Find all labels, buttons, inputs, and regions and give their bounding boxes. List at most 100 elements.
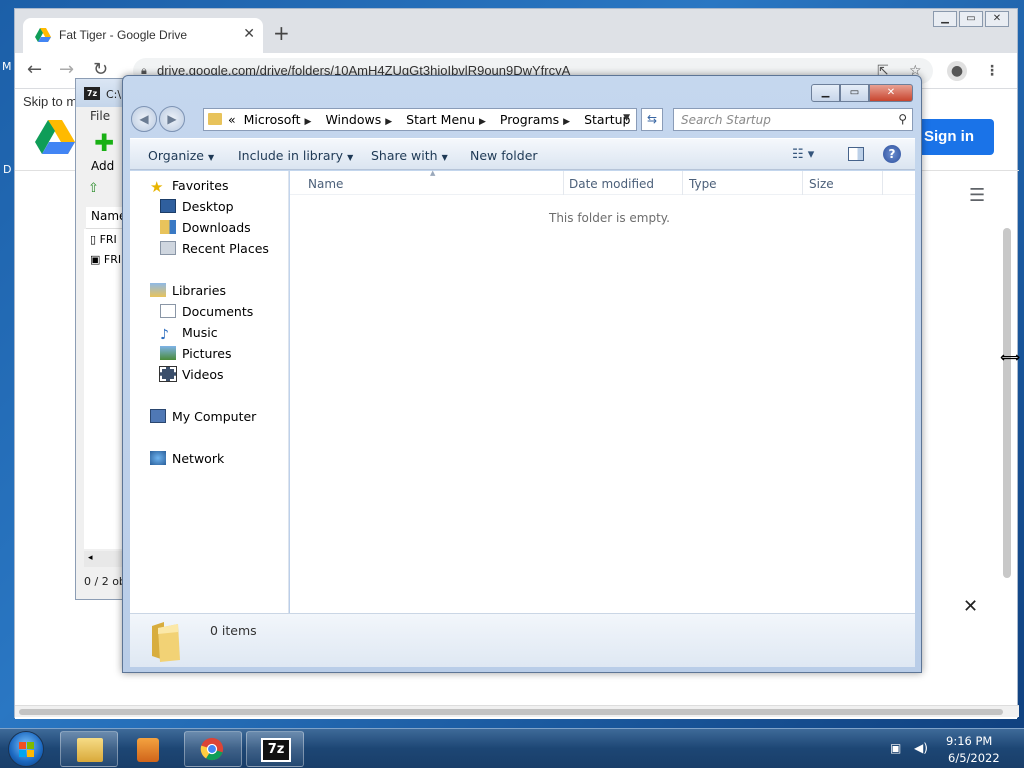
list-item[interactable]: ▯ FRI (90, 233, 117, 246)
google-drive-logo (35, 120, 75, 154)
resize-cursor-icon: ⟺ (1000, 350, 1021, 366)
back-icon[interactable]: ← (27, 61, 42, 79)
nav-libraries[interactable]: Libraries (150, 283, 226, 298)
help-icon[interactable]: ? (883, 145, 901, 163)
new-tab-button[interactable]: + (273, 23, 290, 43)
sevenzip-title: C:\ (106, 88, 122, 101)
chevron-down-icon[interactable]: ▼ (623, 113, 630, 123)
chevron-down-icon: ▼ (441, 153, 448, 162)
nav-buttons: ◀ ▶ (131, 106, 187, 132)
forward-icon[interactable]: → (59, 61, 74, 79)
system-tray: ▣ ◀) 9:16 PM 6/5/2022 (880, 729, 1024, 768)
network-icon (150, 451, 166, 465)
nav-documents[interactable]: Documents (160, 304, 253, 319)
nav-favorites[interactable]: ★ Favorites (150, 178, 229, 196)
nav-downloads[interactable]: Downloads (160, 220, 251, 235)
chevron-right-icon[interactable]: ▶ (305, 117, 312, 127)
nav-pictures[interactable]: Pictures (160, 346, 232, 361)
profile-icon[interactable]: ● (947, 61, 967, 81)
breadcrumb-item[interactable]: Start Menu (406, 112, 475, 127)
status-text: 0 / 2 ob (84, 575, 126, 588)
organize-button[interactable]: Organize ▼ (148, 148, 214, 163)
refresh-button[interactable]: ⇆ (641, 108, 663, 131)
clock-time[interactable]: 9:16 PM (946, 734, 992, 748)
chevron-right-icon[interactable]: ▶ (479, 117, 486, 127)
breadcrumb-item[interactable]: Windows (325, 112, 381, 127)
taskbar-explorer[interactable] (60, 731, 118, 767)
list-item[interactable]: ▣ FRI (90, 253, 121, 266)
change-view-icon[interactable]: ☷ ▾ (792, 147, 814, 162)
taskbar-media-player[interactable] (122, 731, 180, 767)
minimize-button[interactable]: ▁ (933, 11, 957, 27)
nav-label: Network (172, 451, 225, 466)
clock-date[interactable]: 6/5/2022 (948, 751, 1000, 765)
menu-icon[interactable]: ⋮ (985, 63, 999, 79)
search-icon[interactable]: ⚲ (898, 112, 907, 126)
details-pane: 0 items (130, 613, 915, 667)
nav-label: My Computer (172, 409, 257, 424)
nav-music[interactable]: ♪ Music (160, 325, 218, 343)
menu-file[interactable]: File (90, 109, 110, 123)
forward-button[interactable]: ▶ (159, 106, 185, 132)
videos-icon (159, 366, 177, 382)
scrollbar-thumb[interactable] (19, 709, 1003, 715)
windows-logo-icon (19, 742, 34, 757)
sevenzip-icon: 7z (84, 87, 100, 100)
column-divider[interactable] (682, 171, 683, 195)
skip-link[interactable]: Skip to m (23, 94, 77, 109)
volume-icon[interactable]: ◀) (914, 741, 928, 755)
breadcrumb-item[interactable]: Programs (500, 112, 559, 127)
column-date-modified[interactable]: Date modified (569, 177, 654, 191)
nav-label: Recent Places (182, 241, 269, 256)
taskbar-chrome[interactable] (184, 731, 242, 767)
nav-label: Libraries (172, 283, 226, 298)
vertical-scrollbar[interactable] (1003, 228, 1011, 578)
maximize-button[interactable]: ▭ (840, 84, 869, 102)
folder-up-icon[interactable]: ⇧ (88, 181, 106, 199)
breadcrumb-overflow[interactable]: « (228, 112, 236, 127)
search-input[interactable]: Search Startup ⚲ (673, 108, 913, 131)
minimize-button[interactable]: ▁ (811, 84, 840, 102)
chevron-right-icon[interactable]: ▶ (385, 117, 392, 127)
breadcrumb-item[interactable]: Microsoft (244, 112, 301, 127)
address-bar[interactable]: « Microsoft ▶ Windows ▶ Start Menu ▶ Progra… (203, 108, 637, 131)
nav-label: Documents (182, 304, 254, 319)
network-tray-icon[interactable]: ▣ (890, 741, 901, 755)
nav-my-computer[interactable]: My Computer (150, 409, 256, 424)
tab-google-drive[interactable]: Fat Tiger - Google Drive ✕ (23, 18, 263, 53)
add-icon[interactable]: ✚ (94, 131, 114, 155)
nav-videos[interactable]: Videos (159, 366, 224, 382)
chevron-down-icon: ▼ (208, 153, 215, 162)
nav-label: Favorites (172, 178, 229, 193)
back-button[interactable]: ◀ (131, 106, 157, 132)
column-divider[interactable] (882, 171, 883, 195)
documents-icon (160, 304, 176, 318)
nav-desktop[interactable]: Desktop (160, 199, 234, 214)
nav-label: Downloads (182, 220, 251, 235)
include-in-library-button[interactable]: Include in library ▼ (238, 148, 353, 163)
list-view-icon[interactable]: ☰ (969, 185, 985, 206)
tab-strip: Fat Tiger - Google Drive ✕ + ▁ ▭ ✕ (15, 9, 1017, 53)
reload-icon[interactable]: ↻ (93, 61, 108, 79)
chevron-right-icon[interactable]: ▶ (563, 117, 570, 127)
column-type[interactable]: Type (689, 177, 717, 191)
nav-network[interactable]: Network (150, 451, 224, 466)
column-divider[interactable] (802, 171, 803, 195)
close-button[interactable]: ✕ (869, 84, 913, 102)
close-tab-icon[interactable]: ✕ (243, 26, 255, 42)
column-size[interactable]: Size (809, 177, 834, 191)
column-name[interactable]: Name (308, 177, 343, 191)
preview-pane-icon[interactable] (848, 147, 864, 161)
column-divider[interactable] (563, 171, 564, 195)
close-button[interactable]: ✕ (985, 11, 1009, 27)
tab-title: Fat Tiger - Google Drive (59, 28, 188, 42)
add-button[interactable]: Add (91, 159, 114, 173)
new-folder-button[interactable]: New folder (470, 148, 538, 163)
horizontal-scrollbar[interactable] (15, 705, 1019, 717)
maximize-button[interactable]: ▭ (959, 11, 983, 27)
taskbar-7zip[interactable]: 7z (246, 731, 304, 767)
share-with-button[interactable]: Share with ▼ (371, 148, 448, 163)
nav-recent-places[interactable]: Recent Places (160, 241, 269, 256)
close-icon[interactable]: ✕ (963, 596, 978, 617)
start-button[interactable] (8, 731, 44, 767)
